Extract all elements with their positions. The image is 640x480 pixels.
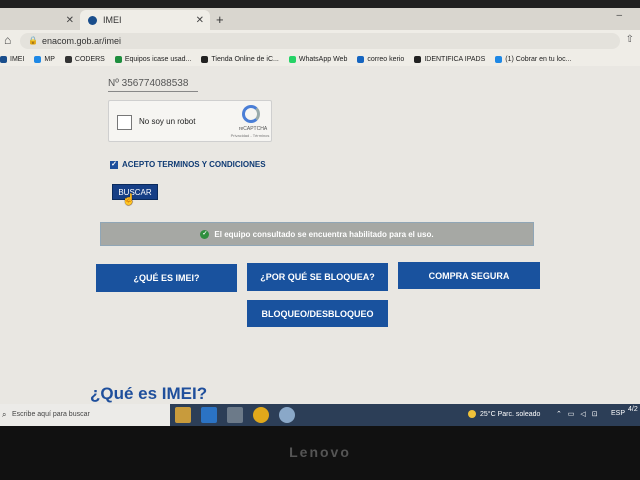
bookmark-label: MP xyxy=(44,55,55,63)
bookmark-label: Equipos icase usad... xyxy=(124,55,192,63)
new-tab-button[interactable]: + xyxy=(216,12,224,27)
bookmark-favicon-icon xyxy=(495,55,503,63)
home-icon[interactable]: ⌂ xyxy=(4,33,11,47)
what-is-imei-button[interactable]: ¿QUÉ ES IMEI? xyxy=(96,264,237,292)
bookmark-item[interactable]: MP xyxy=(34,55,55,63)
bookmark-label: correo kerio xyxy=(367,55,405,63)
imei-input[interactable]: Nº 356774088538 xyxy=(108,78,198,92)
bookmark-favicon-icon xyxy=(114,55,122,63)
bookmark-item[interactable]: IMEI xyxy=(0,55,25,63)
pointer-cursor-icon: ☝ xyxy=(122,194,136,206)
url-input[interactable]: enacom.gob.ar/imei xyxy=(20,33,620,49)
url-text: enacom.gob.ar/imei xyxy=(42,36,122,46)
bookmark-favicon-icon xyxy=(34,55,42,63)
section-title: ¿Qué es IMEI? xyxy=(90,384,208,403)
recaptcha-label: No soy un robot xyxy=(139,117,196,126)
bookmark-label: IMEI xyxy=(10,55,25,63)
monitor-bezel-bottom: Lenovo xyxy=(0,426,640,480)
bookmark-item[interactable]: CODERS xyxy=(64,55,105,63)
safe-purchase-button[interactable]: COMPRA SEGURA xyxy=(398,262,540,289)
taskbar-search-input[interactable]: ⌕ Escribe aquí para buscar xyxy=(0,404,170,426)
bookmark-item[interactable]: WhatsApp Web xyxy=(288,55,348,63)
lock-icon[interactable]: 🔒 xyxy=(28,36,38,45)
address-bar: ⌂ enacom.gob.ar/imei 🔒 ⇧ xyxy=(0,30,640,52)
bookmark-favicon-icon xyxy=(0,55,7,63)
window-controls-icon[interactable]: – xyxy=(616,10,634,21)
bookmark-label: CODERS xyxy=(74,55,105,63)
app-icon[interactable] xyxy=(279,407,295,423)
tab-imei[interactable]: IMEI ✕ xyxy=(80,10,210,30)
search-icon: ⌕ xyxy=(2,410,7,419)
close-icon[interactable]: ✕ xyxy=(196,15,204,26)
terms-label: ACEPTO TERMINOS Y CONDICIONES xyxy=(122,160,266,169)
chrome-icon[interactable] xyxy=(253,407,269,423)
result-message: El equipo consultado se encuentra habili… xyxy=(214,229,434,239)
recaptcha-brand: reCAPTCHA xyxy=(238,126,268,132)
bookmark-item[interactable]: (1) Cobrar en tu loc... xyxy=(495,55,572,63)
terms-checkbox-row[interactable]: ✓ ACEPTO TERMINOS Y CONDICIONES xyxy=(110,160,266,169)
share-icon[interactable]: ⇧ xyxy=(626,34,634,45)
language-indicator[interactable]: ESP xyxy=(611,410,625,417)
enacom-favicon-icon xyxy=(88,15,97,25)
bookmark-label: WhatsApp Web xyxy=(298,55,348,63)
tab-previous[interactable]: ✕ xyxy=(0,10,80,30)
system-tray-icons[interactable]: ⌃ ▭ ◁ ⊡ xyxy=(556,410,600,418)
recaptcha-widget: No soy un robot reCAPTCHA Privacidad - T… xyxy=(108,100,272,142)
calculator-icon[interactable] xyxy=(227,407,243,423)
tab-label: IMEI xyxy=(103,15,122,25)
taskbar-apps xyxy=(175,407,305,423)
weather-widget[interactable]: 25°C Parc. soleado xyxy=(468,410,540,418)
recaptcha-logo-icon xyxy=(242,105,260,123)
bookmark-item[interactable]: Equipos icase usad... xyxy=(114,55,192,63)
bookmark-label: IDENTIFICA IPADS xyxy=(424,55,486,63)
page-content: Nº 356774088538 No soy un robot reCAPTCH… xyxy=(0,66,640,404)
result-banner: ✓ El equipo consultado se encuentra habi… xyxy=(100,222,534,246)
bookmark-label: Tienda Online de iC... xyxy=(211,55,279,63)
bookmarks-bar: IMEI MP CODERS Equipos icase usad... Tienda … xyxy=(0,52,640,66)
taskbar-search-placeholder: Escribe aquí para buscar xyxy=(12,411,90,418)
checkmark-icon[interactable]: ✓ xyxy=(110,160,118,169)
app-icon[interactable] xyxy=(201,407,217,423)
close-icon[interactable]: ✕ xyxy=(66,15,74,26)
why-blocked-button[interactable]: ¿POR QUÉ SE BLOQUEA? xyxy=(247,263,388,291)
weather-text: 25°C Parc. soleado xyxy=(480,410,541,418)
monitor-brand-logo: Lenovo xyxy=(289,444,351,460)
bookmark-label: (1) Cobrar en tu loc... xyxy=(505,55,572,63)
check-circle-icon: ✓ xyxy=(200,229,210,239)
block-unblock-button[interactable]: BLOQUEO/DESBLOQUEO xyxy=(247,300,388,327)
recaptcha-links[interactable]: Privacidad - Términos xyxy=(227,133,273,138)
recaptcha-checkbox[interactable] xyxy=(117,115,132,130)
bookmark-favicon-icon xyxy=(357,55,365,63)
bookmark-favicon-icon xyxy=(64,55,72,63)
bookmark-item[interactable]: IDENTIFICA IPADS xyxy=(414,55,486,63)
bookmark-favicon-icon xyxy=(201,55,209,63)
file-explorer-icon[interactable] xyxy=(175,407,191,423)
bookmark-favicon-icon xyxy=(288,55,296,63)
bookmark-item[interactable]: correo kerio xyxy=(357,55,405,63)
tab-strip: ✕ IMEI ✕ + – xyxy=(0,8,640,30)
bookmark-favicon-icon xyxy=(414,55,422,63)
sun-icon xyxy=(468,410,476,418)
bookmark-item[interactable]: Tienda Online de iC... xyxy=(201,55,279,63)
windows-taskbar: ⌕ Escribe aquí para buscar 25°C Parc. so… xyxy=(0,404,640,426)
clock[interactable]: 4/2 xyxy=(628,406,638,413)
